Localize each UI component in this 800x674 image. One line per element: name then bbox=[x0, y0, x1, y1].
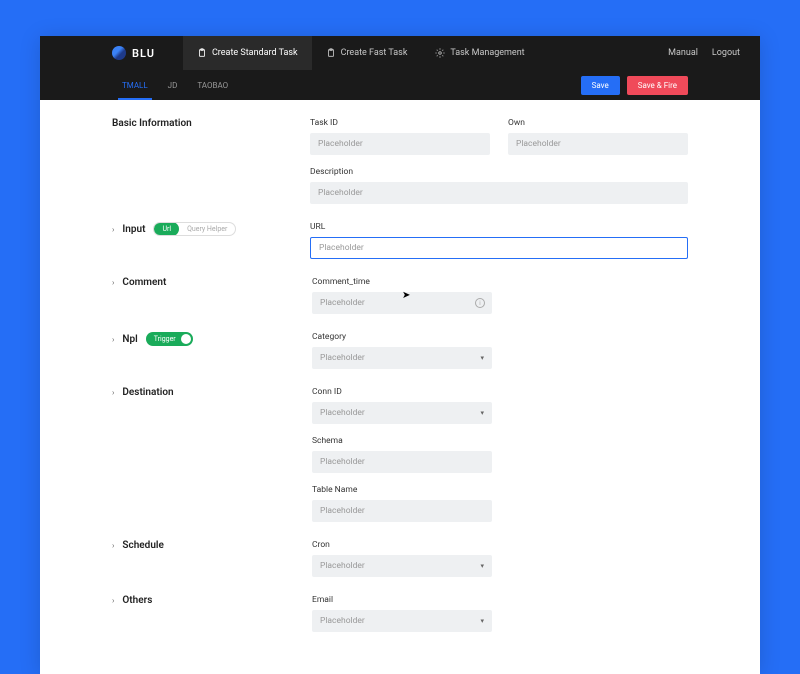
topbar: BLU Create Standard Task Create Fast Tas… bbox=[40, 36, 760, 70]
nav-create-standard[interactable]: Create Standard Task bbox=[183, 36, 312, 70]
email-select[interactable] bbox=[312, 610, 492, 632]
toggle-label: Trigger bbox=[154, 335, 176, 343]
section-title: Npl bbox=[122, 334, 137, 345]
section-comment: › Comment Comment_time i bbox=[112, 277, 688, 314]
section-destination: › Destination Conn ID ▾ Schema Table Nam… bbox=[112, 387, 688, 522]
label-comment-time: Comment_time bbox=[312, 277, 492, 287]
section-title: Others bbox=[122, 595, 152, 606]
logo: BLU bbox=[112, 46, 155, 60]
form-content: Basic Information Task ID Own Descriptio… bbox=[40, 100, 760, 674]
section-title: Input bbox=[122, 224, 145, 235]
comment-time-input[interactable] bbox=[312, 292, 492, 314]
trigger-toggle[interactable]: Trigger bbox=[146, 332, 193, 346]
clipboard-icon bbox=[197, 48, 207, 58]
tab-jd[interactable]: JD bbox=[158, 70, 188, 100]
table-name-input[interactable] bbox=[312, 500, 492, 522]
nav-label: Create Standard Task bbox=[212, 48, 298, 58]
app-window: BLU Create Standard Task Create Fast Tas… bbox=[40, 36, 760, 674]
tab-taobao[interactable]: TAOBAO bbox=[187, 70, 238, 100]
cron-select[interactable] bbox=[312, 555, 492, 577]
toggle-knob bbox=[181, 334, 191, 344]
logo-icon bbox=[112, 46, 126, 60]
conn-id-select[interactable] bbox=[312, 402, 492, 424]
gear-icon bbox=[435, 48, 445, 58]
section-title: Destination bbox=[122, 387, 173, 398]
section-title: Schedule bbox=[122, 540, 163, 551]
schema-input[interactable] bbox=[312, 451, 492, 473]
section-basic: Basic Information Task ID Own Descriptio… bbox=[112, 118, 688, 204]
nav-create-fast[interactable]: Create Fast Task bbox=[312, 36, 422, 70]
label-conn-id: Conn ID bbox=[312, 387, 492, 397]
description-input[interactable] bbox=[310, 182, 688, 204]
chevron-right-icon[interactable]: › bbox=[112, 388, 114, 397]
topbar-right: Manual Logout bbox=[668, 48, 740, 58]
label-cron: Cron bbox=[312, 540, 492, 550]
chevron-right-icon[interactable]: › bbox=[112, 278, 114, 287]
chevron-right-icon[interactable]: › bbox=[112, 225, 114, 234]
section-input: › Input Url Query Helper URL bbox=[112, 222, 688, 259]
tab-tmall[interactable]: TMALL bbox=[112, 70, 158, 100]
chevron-right-icon[interactable]: › bbox=[112, 541, 114, 550]
label-table-name: Table Name bbox=[312, 485, 492, 495]
clipboard-icon bbox=[326, 48, 336, 58]
label-category: Category bbox=[312, 332, 492, 342]
nav-task-management[interactable]: Task Management bbox=[421, 36, 538, 70]
label-description: Description bbox=[310, 167, 688, 177]
section-title: Comment bbox=[122, 277, 166, 288]
category-select[interactable] bbox=[312, 347, 492, 369]
label-url: URL bbox=[310, 222, 688, 232]
label-schema: Schema bbox=[312, 436, 492, 446]
section-title: Basic Information bbox=[112, 118, 192, 129]
logout-link[interactable]: Logout bbox=[712, 48, 740, 58]
label-email: Email bbox=[312, 595, 492, 605]
chevron-right-icon[interactable]: › bbox=[112, 596, 114, 605]
logo-text: BLU bbox=[132, 47, 155, 60]
input-mode-toggle[interactable]: Url Query Helper bbox=[153, 222, 236, 236]
pill-url[interactable]: Url bbox=[154, 222, 179, 236]
save-fire-button[interactable]: Save & Fire bbox=[627, 76, 688, 95]
chevron-right-icon[interactable]: › bbox=[112, 335, 114, 344]
nav-label: Task Management bbox=[450, 48, 524, 58]
save-button[interactable]: Save bbox=[581, 76, 620, 95]
section-npl: › Npl Trigger Category ▾ bbox=[112, 332, 688, 369]
subbar-actions: Save Save & Fire bbox=[581, 76, 688, 95]
pill-query-helper[interactable]: Query Helper bbox=[179, 222, 235, 236]
own-input[interactable] bbox=[508, 133, 688, 155]
task-id-input[interactable] bbox=[310, 133, 490, 155]
info-icon[interactable]: i bbox=[475, 298, 485, 308]
section-others: › Others Email ▾ bbox=[112, 595, 688, 632]
label-own: Own bbox=[508, 118, 688, 128]
url-input[interactable] bbox=[310, 237, 688, 259]
section-schedule: › Schedule Cron ▾ bbox=[112, 540, 688, 577]
nav-label: Create Fast Task bbox=[341, 48, 408, 58]
label-task-id: Task ID bbox=[310, 118, 490, 128]
manual-link[interactable]: Manual bbox=[668, 48, 698, 58]
subbar: TMALL JD TAOBAO Save Save & Fire bbox=[40, 70, 760, 100]
